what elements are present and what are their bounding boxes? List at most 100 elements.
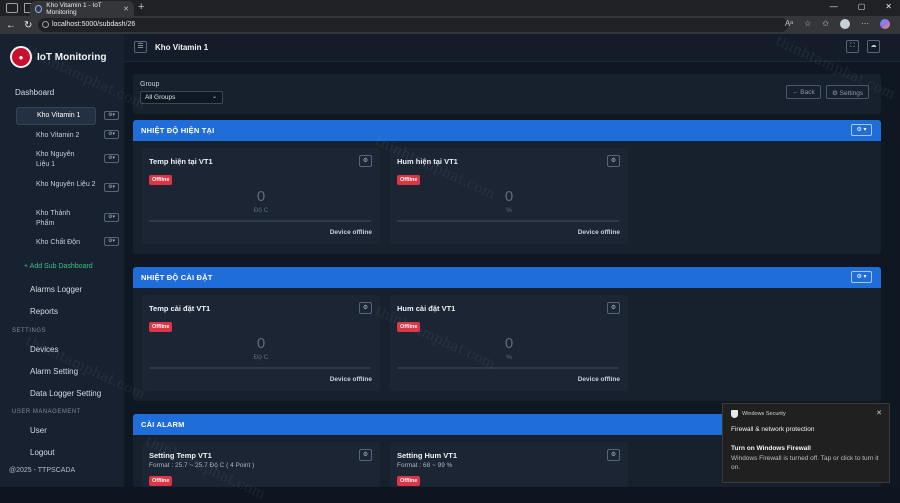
offline-badge: Offline [149, 476, 173, 486]
device-status: Device offline [329, 229, 372, 236]
shield-icon [731, 410, 738, 418]
more-icon[interactable]: ⋯ [861, 19, 869, 29]
group-select[interactable]: All Groups ⌄ [140, 91, 223, 104]
favorite-icon[interactable]: ☆ [804, 19, 811, 29]
menu-toggle-button[interactable]: ☰ [134, 41, 147, 53]
widget-title: Temp hiện tại VT1 [149, 157, 213, 166]
window-icon[interactable] [6, 3, 18, 13]
chevron-down-icon: ⌄ [211, 94, 217, 100]
browser-tab[interactable]: Kho Vitamin 1 - IoT Monitoring ✕ [30, 1, 134, 16]
device-status: Device offline [577, 229, 620, 236]
close-window-button[interactable]: ✕ [885, 2, 892, 11]
browser-tabbar: Kho Vitamin 1 - IoT Monitoring ✕ + — ▢ ✕ [0, 0, 900, 16]
widget-settings-icon[interactable]: ⚙ [359, 302, 372, 314]
globe-icon [35, 4, 43, 13]
new-tab-button[interactable]: + [138, 1, 144, 13]
sidebar: ● IoT Monitoring Dashboard Kho Vitamin 1… [0, 34, 124, 487]
sidebar-sub-kho-nguyen-lieu-1[interactable]: Kho Nguyên Liệu 1 [16, 147, 86, 173]
back-button[interactable]: ← Back [786, 85, 821, 99]
browser-toolbar-icons: Aᵃ ☆ ✩ ⋯ [785, 19, 890, 29]
address-bar-row: ← ↻ localhost:5000/subdash/26 Aᵃ ☆ ✩ ⋯ [0, 16, 900, 34]
sub-gear-icon[interactable]: ⚙▾ [104, 237, 119, 246]
widget-unit: Độ C [253, 207, 269, 214]
group-select-value: All Groups [145, 94, 176, 101]
sidebar-item-dashboard[interactable]: Dashboard [15, 88, 54, 97]
widget-progress-bar [397, 367, 619, 369]
sidebar-item-reports[interactable]: Reports [30, 307, 58, 316]
widget-value: 0 [256, 335, 266, 352]
footer-copyright: @2025 - TTPSCADA [9, 467, 76, 474]
sidebar-sub-kho-vitamin-2[interactable]: Kho Vitamin 2 [16, 128, 96, 144]
widget-progress-bar [397, 220, 619, 222]
page-title: Kho Vitamin 1 [155, 43, 209, 52]
minimize-button[interactable]: — [830, 2, 838, 11]
sidebar-sub-kho-thanh-pham[interactable]: Kho Thành Phẩm [16, 206, 84, 232]
group-gear-button[interactable]: ⚙ ▾ [851, 271, 872, 283]
device-status: Device offline [329, 376, 372, 383]
maximize-button[interactable]: ▢ [858, 2, 866, 11]
sidebar-item-data-logger-setting[interactable]: Data Logger Setting [30, 389, 101, 398]
widget-card: Temp hiện tại VT1 ⚙ Offline 0 Độ C Devic… [142, 148, 380, 244]
group-nhiet-do-hien-tai: NHIỆT ĐỘ HIỆN TẠI ⚙ ▾ Temp hiện tại VT1 … [133, 120, 881, 254]
tab-title: Kho Vitamin 1 - IoT Monitoring [46, 1, 102, 16]
site-info-icon[interactable] [42, 21, 49, 28]
profile-avatar[interactable] [840, 19, 850, 29]
group-gear-button[interactable]: ⚙ ▾ [851, 124, 872, 136]
offline-badge: Offline [149, 322, 173, 332]
widget-value: 0 [256, 188, 266, 205]
sub-gear-icon[interactable]: ⚙▾ [104, 111, 119, 120]
window-controls: — ▢ ✕ [830, 2, 892, 11]
copilot-icon[interactable] [880, 19, 890, 29]
widget-progress-bar [149, 220, 371, 222]
sub-gear-icon[interactable]: ⚙▾ [104, 213, 119, 222]
sidebar-sub-kho-nguyen-lieu-2[interactable]: Kho Nguyên Liệu 2 [16, 177, 98, 193]
sidebar-sub-kho-chat-don[interactable]: Kho Chất Độn [16, 235, 96, 251]
sidebar-sub-kho-vitamin-1[interactable]: Kho Vitamin 1 [16, 107, 96, 125]
url-field[interactable]: localhost:5000/subdash/26 [38, 18, 788, 32]
back-icon[interactable]: ← [6, 20, 18, 31]
offline-badge: Offline [397, 175, 421, 185]
widget-progress-bar [149, 367, 371, 369]
widget-settings-icon[interactable]: ⚙ [359, 449, 372, 461]
offline-badge: Offline [397, 476, 421, 486]
group-label: Group [140, 81, 160, 88]
widget-format: Format : 68 ~ 99 % [397, 462, 453, 469]
offline-badge: Offline [149, 175, 173, 185]
widget-card: Setting Hum VT1 ⚙ Format : 68 ~ 99 % Off… [390, 442, 628, 487]
toast-heading: Firewall & network protection [731, 426, 815, 433]
group-title: CÀI ALARM [141, 420, 185, 429]
sub-gear-icon[interactable]: ⚙▾ [104, 154, 119, 163]
toast-app-name: Windows Security [742, 411, 786, 417]
widget-card: Hum cài đặt VT1 ⚙ Offline 0 % Device off… [390, 295, 628, 391]
widget-unit: % [506, 207, 512, 214]
fullscreen-button[interactable]: ⛶ [846, 40, 859, 53]
group-title: NHIỆT ĐỘ HIỆN TẠI [141, 126, 215, 135]
widget-settings-icon[interactable]: ⚙ [359, 155, 372, 167]
sidebar-item-user[interactable]: User [30, 426, 47, 435]
toast-close-icon[interactable]: ✕ [876, 409, 882, 417]
widget-settings-icon[interactable]: ⚙ [607, 302, 620, 314]
device-status: Device offline [577, 376, 620, 383]
windows-security-toast[interactable]: Windows Security ✕ Firewall & network pr… [722, 403, 890, 483]
widget-title: Hum cài đặt VT1 [397, 304, 456, 313]
widget-unit: % [506, 354, 512, 361]
widget-settings-icon[interactable]: ⚙ [607, 155, 620, 167]
sidebar-item-alarms-logger[interactable]: Alarms Logger [30, 285, 82, 294]
widget-value: 0 [504, 188, 514, 205]
widget-unit: Độ C [253, 354, 269, 361]
widget-settings-icon[interactable]: ⚙ [607, 449, 620, 461]
theme-toggle-button[interactable]: ☁ [867, 40, 880, 53]
group-header: NHIỆT ĐỘ CÀI ĐẶT ⚙ ▾ [133, 267, 881, 288]
tab-close-icon[interactable]: ✕ [123, 5, 129, 13]
reload-icon[interactable]: ↻ [24, 20, 36, 31]
user-management-section-label: USER MANAGEMENT [12, 409, 81, 415]
read-aloud-icon[interactable]: Aᵃ [785, 19, 793, 29]
sidebar-item-logout[interactable]: Logout [30, 448, 54, 457]
add-sub-dashboard-link[interactable]: + Add Sub Dashboard [24, 263, 93, 270]
group-header: NHIỆT ĐỘ HIỆN TẠI ⚙ ▾ [133, 120, 881, 141]
sub-gear-icon[interactable]: ⚙▾ [104, 183, 119, 192]
toast-title: Turn on Windows Firewall [731, 445, 811, 452]
sub-gear-icon[interactable]: ⚙▾ [104, 130, 119, 139]
favorites-icon[interactable]: ✩ [822, 19, 829, 29]
widget-card: Temp cài đặt VT1 ⚙ Offline 0 Độ C Device… [142, 295, 380, 391]
